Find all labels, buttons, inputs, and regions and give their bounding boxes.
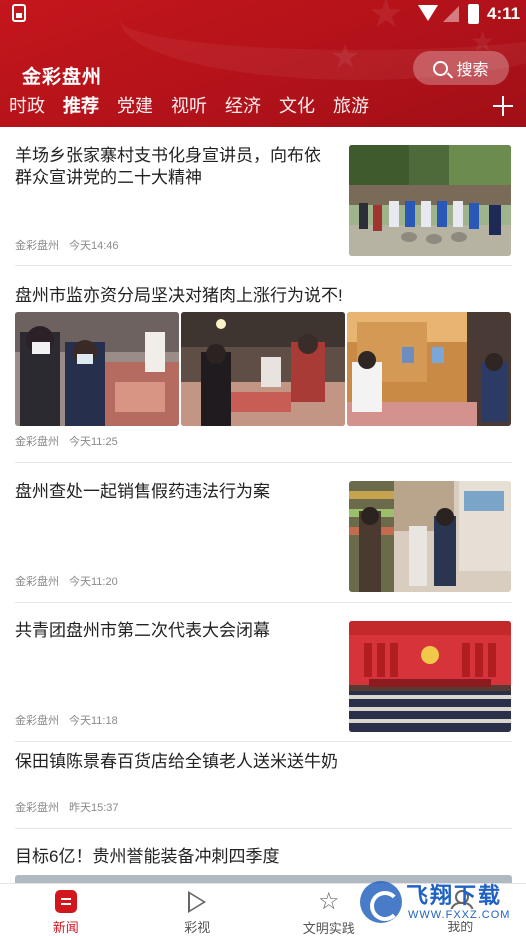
tab-shizheng[interactable]: 时政 xyxy=(9,92,45,120)
article-thumbnail[interactable] xyxy=(347,312,511,426)
article-item[interactable]: 盘州市监亦资分局坚决对猪肉上涨行为说不! xyxy=(15,285,512,307)
article-title: 盘州查处一起销售假药违法行为案 xyxy=(15,482,270,501)
article-meta: 金彩盘州 昨天15:37 xyxy=(15,799,119,815)
tab-dangjian[interactable]: 党建 xyxy=(117,92,153,120)
watermark-logo-icon xyxy=(360,881,402,923)
photo-outdoor-gathering xyxy=(349,145,511,256)
add-channel-icon[interactable] xyxy=(493,96,513,116)
divider xyxy=(15,828,512,829)
article-title: 保田镇陈景春百货店给全镇老人送米送牛奶 xyxy=(15,752,338,771)
battery-icon xyxy=(468,4,479,24)
news-icon xyxy=(54,890,77,913)
app-header: ★ ★ ★ 4:11 金彩盘州 搜索 时政 推荐 党建 视听 经济 文化 旅游 xyxy=(0,0,526,127)
nav-label: 彩视 xyxy=(184,920,211,935)
article-item[interactable]: 共青团盘州市第二次代表大会闭幕 xyxy=(15,620,335,642)
photo-market-inspection xyxy=(15,312,179,426)
nav-video[interactable]: 彩视 xyxy=(132,884,264,936)
tab-shiting[interactable]: 视听 xyxy=(171,92,207,120)
star-icon: ☆ xyxy=(317,888,340,915)
article-meta: 金彩盘州 今天14:46 xyxy=(15,237,119,253)
search-button[interactable]: 搜索 xyxy=(413,51,509,85)
news-feed[interactable]: 羊场乡张家寨村支书化身宣讲员，向布依群众宣讲党的二十大精神 金彩盘州 今天14:4… xyxy=(0,127,526,883)
article-item[interactable]: 盘州查处一起销售假药违法行为案 xyxy=(15,481,335,503)
article-time: 今天11:20 xyxy=(69,576,118,588)
article-item[interactable]: 保田镇陈景春百货店给全镇老人送米送牛奶 xyxy=(15,751,512,773)
nav-label: 文明实践 xyxy=(302,921,355,936)
article-thumbnail[interactable] xyxy=(349,621,511,732)
article-title: 目标6亿！贵州誉能装备冲刺四季度 xyxy=(15,847,280,866)
article-title: 盘州市监亦资分局坚决对猪肉上涨行为说不! xyxy=(15,286,343,305)
article-time: 昨天15:37 xyxy=(69,802,119,814)
app-title: 金彩盘州 xyxy=(22,67,103,88)
article-title: 羊场乡张家寨村支书化身宣讲员，向布依群众宣讲党的二十大精神 xyxy=(15,146,321,187)
category-tabs: 时政 推荐 党建 视听 经济 文化 旅游 xyxy=(0,92,378,120)
wifi-icon xyxy=(418,5,438,21)
header-star-decoration: ★ xyxy=(330,38,361,76)
article-meta: 金彩盘州 今天11:20 xyxy=(15,573,118,589)
search-label: 搜索 xyxy=(456,62,489,79)
photo-meat-stall xyxy=(181,312,345,426)
site-watermark: 飞翔下载 WWW.FXXZ.COM xyxy=(360,876,516,928)
article-source: 金彩盘州 xyxy=(15,436,59,448)
article-item[interactable]: 羊场乡张家寨村支书化身宣讲员，向布依群众宣讲党的二十大精神 xyxy=(15,145,335,189)
article-source: 金彩盘州 xyxy=(15,240,59,252)
nav-news[interactable]: 新闻 xyxy=(0,884,132,936)
status-time: 4:11 xyxy=(487,4,521,23)
article-source: 金彩盘州 xyxy=(15,576,59,588)
divider xyxy=(15,741,512,742)
article-meta: 金彩盘州 今天11:25 xyxy=(15,433,118,449)
article-item[interactable]: 目标6亿！贵州誉能装备冲刺四季度 xyxy=(15,846,512,868)
article-time: 今天11:25 xyxy=(69,436,118,448)
notification-icon xyxy=(12,4,26,22)
photo-congress-hall xyxy=(349,621,511,732)
article-time: 今天14:46 xyxy=(69,240,119,252)
article-thumbnail[interactable] xyxy=(349,481,511,592)
divider xyxy=(15,602,512,603)
nav-label: 新闻 xyxy=(52,920,79,935)
tab-jingji[interactable]: 经济 xyxy=(225,92,261,120)
divider xyxy=(15,265,512,266)
tab-lvyou[interactable]: 旅游 xyxy=(333,92,369,120)
tab-tuijian[interactable]: 推荐 xyxy=(63,92,99,120)
play-icon xyxy=(188,891,207,913)
article-title: 共青团盘州市第二次代表大会闭幕 xyxy=(15,621,270,640)
watermark-url: WWW.FXXZ.COM xyxy=(406,909,513,921)
article-source: 金彩盘州 xyxy=(15,715,59,727)
watermark-text: 飞翔下载 xyxy=(406,883,503,908)
search-icon xyxy=(433,60,449,76)
article-thumbnail[interactable] xyxy=(181,312,345,426)
divider xyxy=(15,462,512,463)
article-thumbnail[interactable] xyxy=(349,145,511,256)
tab-wenhua[interactable]: 文化 xyxy=(279,92,315,120)
photo-pharmacy xyxy=(349,481,511,592)
photo-butcher-shop xyxy=(347,312,511,426)
signal-icon xyxy=(443,6,459,22)
status-bar: 4:11 xyxy=(0,0,526,30)
article-source: 金彩盘州 xyxy=(15,802,59,814)
article-time: 今天11:18 xyxy=(69,715,118,727)
article-thumbnail[interactable] xyxy=(15,312,179,426)
article-meta: 金彩盘州 今天11:18 xyxy=(15,712,118,728)
